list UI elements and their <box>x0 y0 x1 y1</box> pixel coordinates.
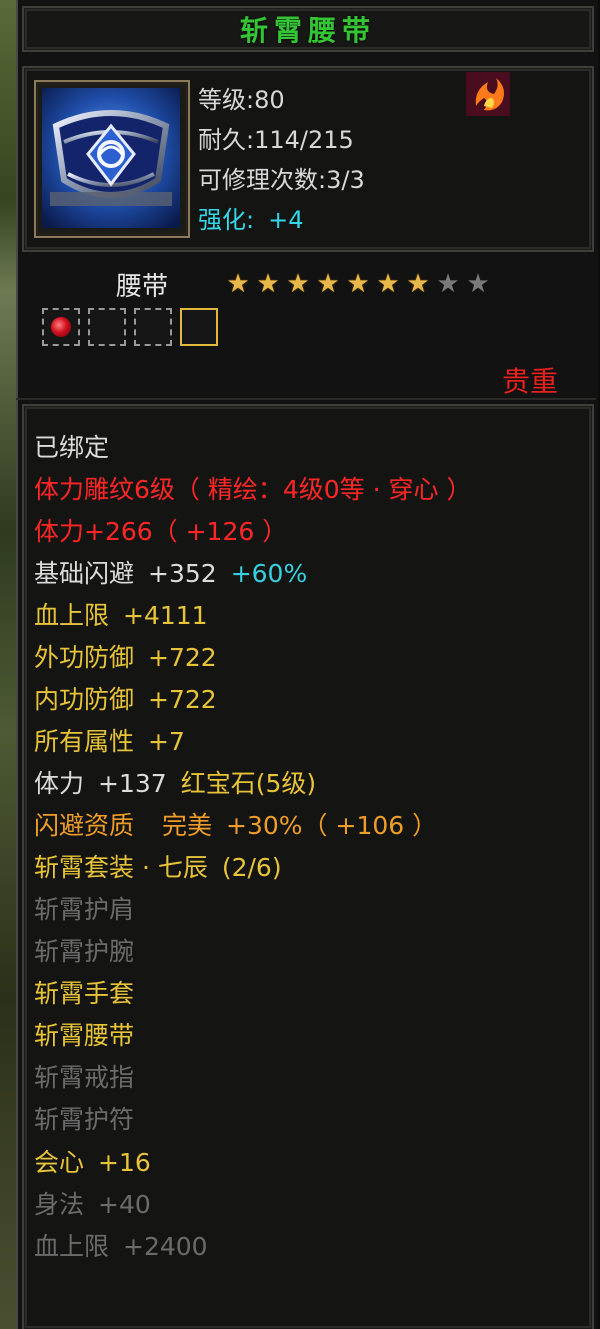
set-bonus-inactive: 血上限 +2400 <box>34 1232 208 1262</box>
star-icon: ★ <box>226 269 250 299</box>
rarity-label: 贵重 <box>501 365 558 398</box>
star-empty-icon: ★ <box>466 269 490 299</box>
set-piece-inactive: 斩霄护腕 <box>34 937 135 966</box>
flame-swirl-icon <box>466 72 510 116</box>
stamina-main-line: 体力+266（ +126 ） <box>34 517 288 546</box>
background-scenery <box>0 0 16 1329</box>
set-bonus-inactive: 身法 +40 <box>34 1190 151 1220</box>
inner-def-label: 内功防御 <box>34 685 135 714</box>
gem-slot-special <box>180 308 218 346</box>
gem-slots <box>42 308 218 346</box>
dodge-line: 基础闪避 +352 +60% <box>34 559 307 589</box>
star-icon: ★ <box>376 269 400 299</box>
enhance-text: 强化: +4 <box>198 200 303 235</box>
all-attr-line: 所有属性 +7 <box>34 727 185 757</box>
quality-value: +30%（ +106 ） <box>226 811 438 840</box>
belt-icon <box>42 88 180 228</box>
dodge-label: 基础闪避 <box>34 559 135 588</box>
set-piece-inactive: 斩霄护符 <box>34 1105 135 1134</box>
star-icon: ★ <box>256 269 280 299</box>
set-name-line: 斩霄套装 · 七辰 (2/6) <box>34 853 282 883</box>
outer-def-label: 外功防御 <box>34 643 135 672</box>
ruby-gem-icon <box>51 317 71 337</box>
outer-def-line: 外功防御 +722 <box>34 643 217 673</box>
set-piece-inactive: 斩霄戒指 <box>34 1063 135 1092</box>
gem-slot-empty <box>134 308 172 346</box>
title-bar: 斩霄腰带 <box>22 6 594 52</box>
gem-stat-value: +137 <box>98 769 167 798</box>
hp-line: 血上限 +4111 <box>34 601 208 631</box>
star-icon: ★ <box>346 269 370 299</box>
gem-name: 红宝石(5级) <box>180 769 317 798</box>
bonus-label: 身法 <box>34 1190 85 1219</box>
all-attr-value: +7 <box>148 727 185 756</box>
quality-label: 闪避资质 <box>34 811 135 840</box>
enhance-label: 强化: <box>198 206 255 234</box>
set-piece-active: 斩霄手套 <box>34 979 135 1008</box>
dodge-value: +352 <box>148 559 217 588</box>
hp-value: +4111 <box>123 601 208 630</box>
hp-label: 血上限 <box>34 601 110 630</box>
star-rating: ★ ★ ★ ★ ★ ★ ★ ★ ★ <box>224 270 492 298</box>
bonus-label: 血上限 <box>34 1232 110 1261</box>
outer-def-value: +722 <box>148 643 217 672</box>
inner-def-value: +722 <box>148 685 217 714</box>
set-name: 斩霄套装 · 七辰 <box>34 853 208 882</box>
durability-text: 耐久:114/215 <box>198 126 354 154</box>
star-icon: ★ <box>316 269 340 299</box>
star-icon: ★ <box>406 269 430 299</box>
quality-line: 闪避资质 完美 +30%（ +106 ） <box>34 811 437 841</box>
inner-def-line: 内功防御 +722 <box>34 685 217 715</box>
set-piece-inactive: 斩霄护肩 <box>34 895 135 924</box>
bonus-value: +2400 <box>123 1232 208 1261</box>
repair-count-text: 可修理次数:3/3 <box>198 166 365 194</box>
bonus-value: +16 <box>98 1148 151 1177</box>
gem-stat-label: 体力 <box>34 769 85 798</box>
star-empty-icon: ★ <box>436 269 460 299</box>
item-name: 斩霄腰带 <box>239 14 376 47</box>
enhance-value: +4 <box>268 206 304 234</box>
dodge-percent: +60% <box>230 559 308 588</box>
section-divider <box>16 398 596 400</box>
bonus-label: 会心 <box>34 1148 85 1177</box>
all-attr-label: 所有属性 <box>34 727 135 756</box>
gem-slot-filled <box>42 308 80 346</box>
set-bonus-active: 会心 +16 <box>34 1148 151 1178</box>
quality-grade: 完美 <box>162 811 213 840</box>
item-type: 腰带 <box>116 272 169 302</box>
engrave-line: 体力雕纹6级（ 精绘：4级0等 · 穿心 ） <box>34 475 472 504</box>
bonus-value: +40 <box>98 1190 151 1219</box>
bound-status: 已绑定 <box>34 433 110 462</box>
star-icon: ★ <box>286 269 310 299</box>
gem-slot-empty <box>88 308 126 346</box>
set-count: (2/6) <box>221 853 282 882</box>
gem-stat-line: 体力 +137 红宝石(5级) <box>34 769 316 799</box>
level-text: 等级:80 <box>198 86 285 114</box>
set-piece-active: 斩霄腰带 <box>34 1021 135 1050</box>
